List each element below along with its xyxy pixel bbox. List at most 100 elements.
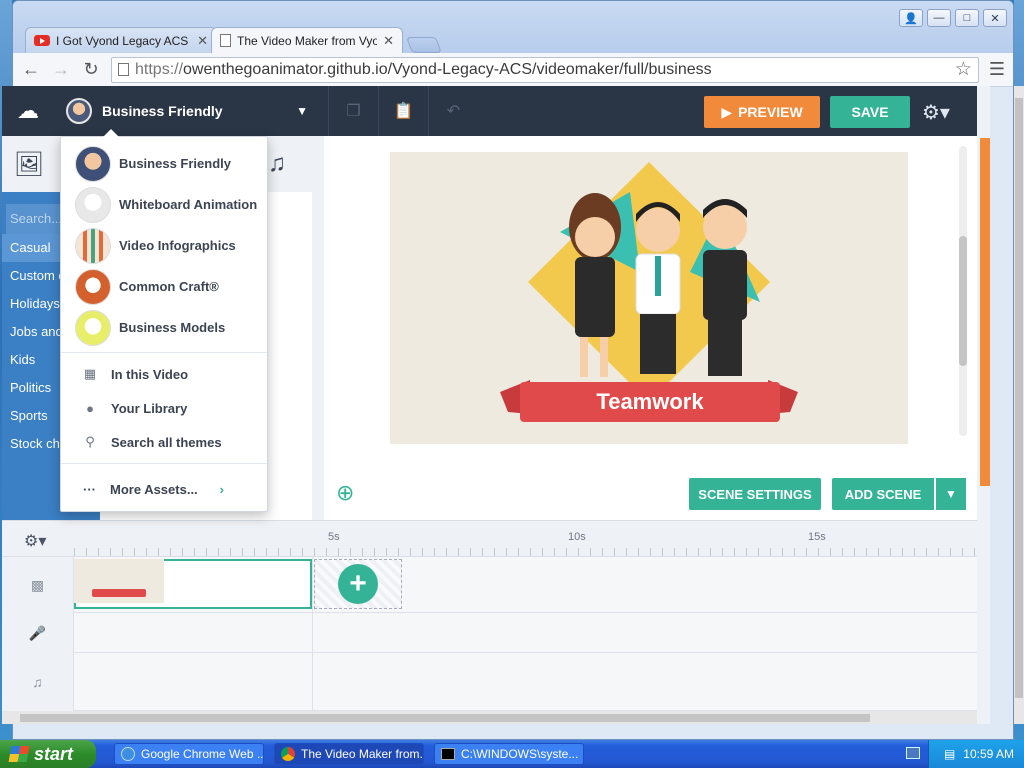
reload-icon[interactable]: ↻ bbox=[81, 59, 101, 80]
browser-toolbar: ← → ↻ https://owenthegoanimator.github.i… bbox=[13, 53, 1013, 87]
theme-option-label: Common Craft® bbox=[119, 279, 219, 294]
scene-settings-button[interactable]: SCENE SETTINGS bbox=[689, 478, 821, 510]
timeline-divider bbox=[312, 557, 313, 711]
preview-button[interactable]: ▶ PREVIEW bbox=[704, 96, 820, 128]
taskbar-item[interactable]: C:\WINDOWS\syste... bbox=[434, 743, 584, 765]
tick-label: 10s bbox=[568, 531, 586, 543]
business-friendly-avatar bbox=[75, 145, 111, 182]
user-icon: ● bbox=[86, 400, 94, 416]
zoom-in-icon[interactable]: ⊕ bbox=[336, 480, 354, 506]
theme-avatar bbox=[66, 98, 92, 124]
network-icon[interactable]: ▤ bbox=[944, 747, 955, 761]
theme-option-label: Business Friendly bbox=[119, 156, 231, 171]
browser-menu-icon[interactable]: ☰ bbox=[989, 59, 1005, 80]
thumb-banner bbox=[92, 589, 146, 597]
stage-scrollbar[interactable] bbox=[959, 146, 967, 436]
taskbar-item[interactable]: Google Chrome Web ... bbox=[114, 743, 264, 765]
theme-option-label: Video Infographics bbox=[119, 238, 236, 253]
theme-option-label: Business Models bbox=[119, 320, 226, 335]
menu-divider bbox=[61, 463, 267, 464]
more-dots-icon: ··· bbox=[83, 481, 96, 497]
gear-icon[interactable]: ⚙▾ bbox=[922, 100, 950, 125]
scrollbar-thumb[interactable] bbox=[1015, 98, 1023, 698]
timeline-scrollbar[interactable] bbox=[2, 711, 977, 724]
bookmark-star-icon[interactable]: ☆ bbox=[955, 58, 972, 81]
user-icon[interactable]: 👤 bbox=[899, 9, 923, 27]
theme-name: Business Friendly bbox=[102, 103, 223, 119]
menu-search-all-themes[interactable]: ⚲ Search all themes bbox=[61, 425, 267, 459]
theme-selector[interactable]: Business Friendly ▼ bbox=[54, 86, 324, 136]
gear-icon[interactable]: ⚙▾ bbox=[24, 531, 46, 551]
start-button[interactable]: start bbox=[0, 740, 96, 768]
save-button[interactable]: SAVE bbox=[830, 96, 910, 128]
timeline-tracks: ▩ 1 + 🎤 ♫ bbox=[2, 557, 977, 724]
taskbar-item[interactable]: The Video Maker from... bbox=[274, 743, 424, 765]
theme-option-infographics[interactable]: Video Infographics bbox=[61, 225, 267, 266]
image-icon[interactable]: 🖼 bbox=[2, 136, 56, 192]
menu-in-this-video[interactable]: ▦ In this Video bbox=[61, 357, 267, 391]
music-track: ♫ bbox=[2, 653, 977, 711]
theme-option-business-models[interactable]: Business Models bbox=[61, 307, 267, 348]
video-track: ▩ 1 + bbox=[2, 557, 977, 613]
scrollbar-thumb[interactable] bbox=[959, 236, 967, 366]
scene-canvas[interactable]: Teamwork bbox=[390, 152, 908, 444]
close-window-button[interactable]: ✕ bbox=[983, 9, 1007, 27]
clock: 10:59 AM bbox=[963, 747, 1014, 761]
page-icon bbox=[220, 34, 231, 47]
window-controls: 👤 — □ ✕ bbox=[899, 9, 1007, 27]
close-tab-icon[interactable]: ✕ bbox=[197, 33, 208, 49]
tick-label: 15s bbox=[808, 531, 826, 543]
add-scene-button[interactable]: ADD SCENE bbox=[832, 478, 934, 510]
timeline-ruler: ⚙▾ 5s 10s 15s bbox=[2, 521, 977, 557]
undo-icon[interactable]: ↶ bbox=[428, 86, 478, 136]
tab-strip: I Got Vyond Legacy ACS :D ( ✕ The Video … bbox=[25, 27, 442, 53]
theme-option-business-friendly[interactable]: Business Friendly bbox=[61, 143, 267, 184]
microphone-icon: 🎤 bbox=[2, 613, 74, 653]
scrollbar-thumb[interactable] bbox=[20, 714, 870, 722]
menu-item-label: In this Video bbox=[111, 366, 189, 382]
upload-cloud-icon[interactable]: ☁ bbox=[2, 86, 54, 136]
menu-item-label: Search all themes bbox=[111, 434, 222, 450]
copy-icon[interactable]: ❐ bbox=[328, 86, 378, 136]
theme-option-whiteboard[interactable]: Whiteboard Animation bbox=[61, 184, 267, 225]
page-vertical-scrollbar[interactable] bbox=[1014, 86, 1024, 724]
scene-thumbnail bbox=[74, 559, 164, 603]
taskbar-item-label: The Video Maker from... bbox=[301, 747, 424, 761]
menu-item-label: More Assets... bbox=[110, 481, 198, 497]
browser-titlebar: 👤 — □ ✕ I Got Vyond Legacy ACS :D ( ✕ Th… bbox=[13, 1, 1013, 53]
close-tab-icon[interactable]: ✕ bbox=[383, 33, 394, 49]
back-icon[interactable]: ← bbox=[21, 59, 41, 80]
business-models-avatar bbox=[75, 309, 111, 346]
add-scene-slot[interactable]: + bbox=[314, 559, 402, 609]
chevron-down-icon[interactable]: ▼ bbox=[936, 478, 966, 510]
ie-icon bbox=[121, 747, 135, 761]
app-topbar: ☁ Business Friendly ▼ ❐ 📋 ↶ ▶ PREVIEW SA… bbox=[2, 86, 977, 136]
theme-option-common-craft[interactable]: Common Craft® bbox=[61, 266, 267, 307]
cmd-icon bbox=[441, 748, 455, 760]
address-bar[interactable]: https://owenthegoanimator.github.io/Vyon… bbox=[111, 56, 979, 83]
system-tray: ▤ 10:59 AM bbox=[928, 740, 1024, 768]
paste-icon[interactable]: 📋 bbox=[378, 86, 428, 136]
chevron-right-icon: › bbox=[219, 481, 225, 497]
minimize-button[interactable]: — bbox=[927, 9, 951, 27]
film-icon: ▦ bbox=[83, 366, 97, 381]
tab-youtube[interactable]: I Got Vyond Legacy ACS :D ( ✕ bbox=[25, 27, 217, 53]
video-camera-icon: ▩ bbox=[2, 557, 74, 613]
keyboard-icon[interactable] bbox=[906, 747, 920, 759]
ruler-ticks bbox=[74, 548, 977, 556]
chevron-down-icon: ▼ bbox=[296, 104, 308, 118]
maximize-button[interactable]: □ bbox=[955, 9, 979, 27]
taskbar-item-label: Google Chrome Web ... bbox=[141, 747, 264, 761]
voice-track: 🎤 bbox=[2, 613, 977, 653]
page-icon bbox=[118, 63, 129, 76]
windows-taskbar: start Google Chrome Web ... The Video Ma… bbox=[0, 740, 1024, 768]
chrome-icon bbox=[281, 747, 295, 761]
tab-videomaker[interactable]: The Video Maker from Vyond ✕ bbox=[211, 27, 403, 53]
tick-label: 5s bbox=[328, 531, 340, 543]
new-tab-button[interactable] bbox=[406, 37, 442, 53]
forward-icon[interactable]: → bbox=[51, 59, 71, 80]
menu-your-library[interactable]: ● Your Library bbox=[61, 391, 267, 425]
edit-tools: ❐ 📋 ↶ bbox=[328, 86, 478, 136]
menu-more-assets[interactable]: ··· More Assets... › bbox=[61, 468, 267, 510]
play-circle-icon: ▶ bbox=[721, 103, 733, 120]
